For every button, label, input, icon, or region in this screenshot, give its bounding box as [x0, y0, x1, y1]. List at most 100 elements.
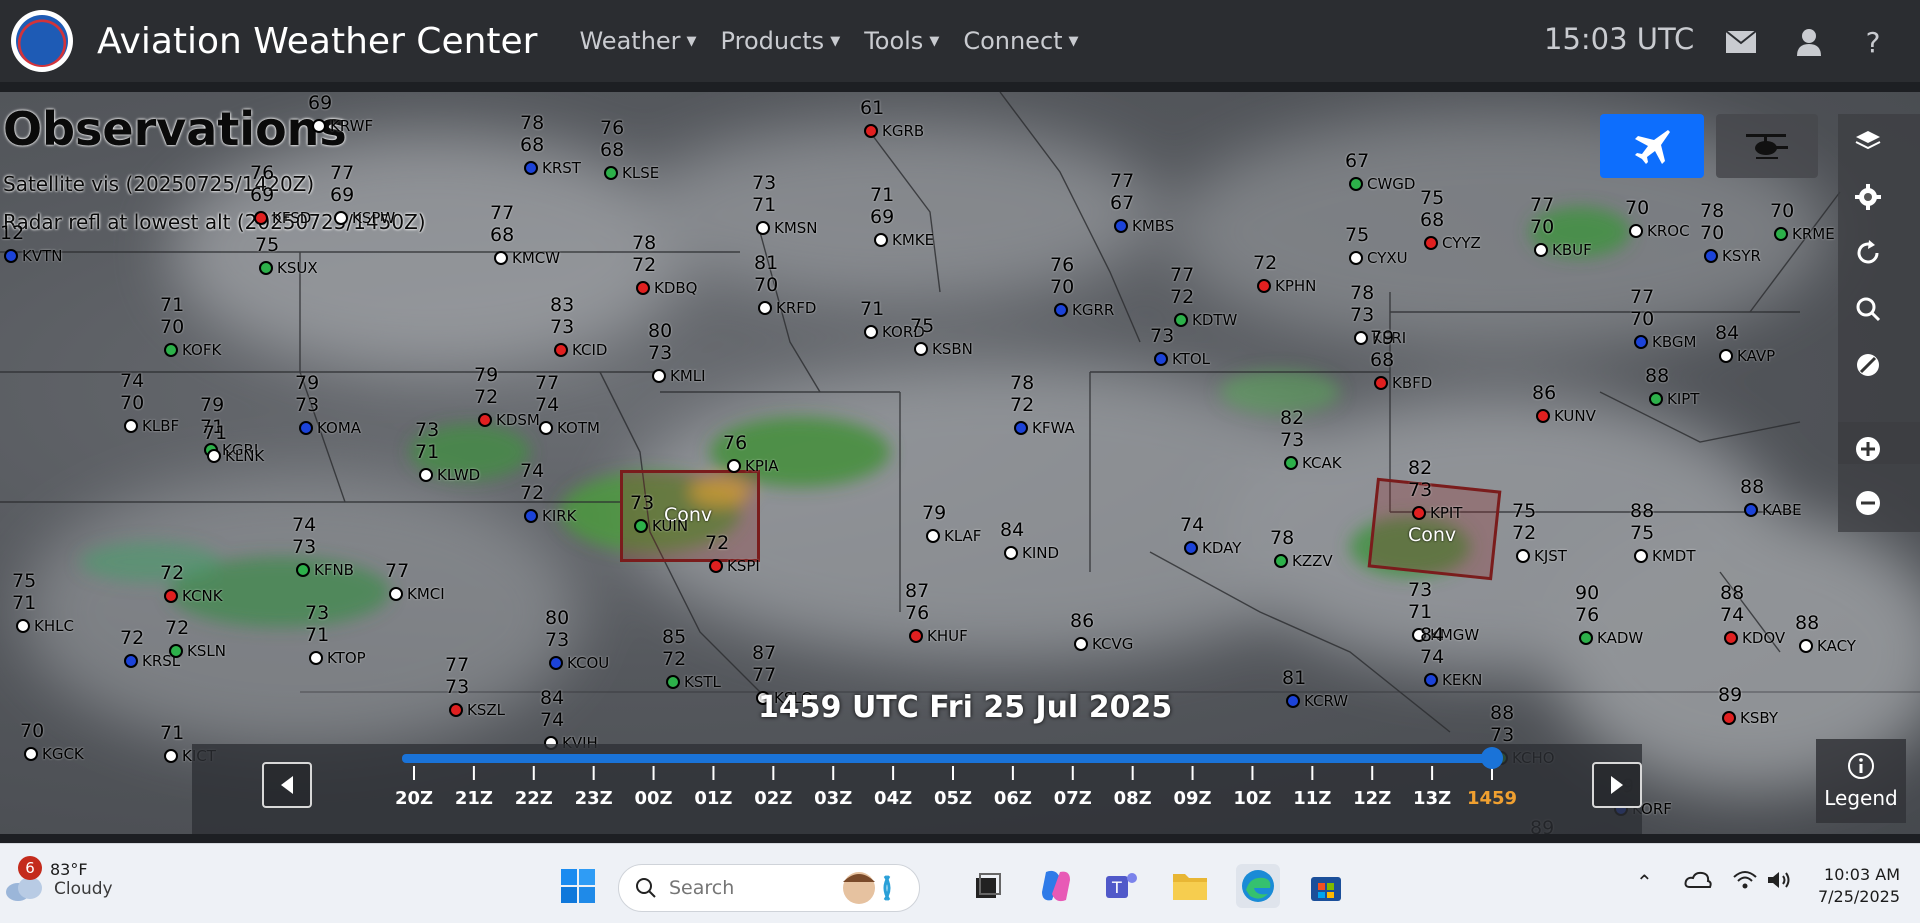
layers-button[interactable]	[1838, 120, 1898, 162]
timeline-tick-label[interactable]: 00Z	[635, 788, 673, 809]
station-plot-kunv[interactable]: 86 KUNV	[1532, 382, 1596, 426]
station-plot-klse[interactable]: 76 68 KLSE	[600, 117, 659, 183]
station-plot-klnk[interactable]: 71 KLNK	[203, 422, 264, 466]
station-plot-kdov[interactable]: 88 74 KDOV	[1720, 582, 1785, 648]
task-view-button[interactable]	[966, 864, 1010, 908]
onedrive-icon[interactable]	[1684, 870, 1712, 894]
station-plot-kszl[interactable]: 77 73 KSZL	[445, 654, 505, 720]
file-explorer-button[interactable]	[1168, 864, 1212, 908]
station-plot-kphn[interactable]: 72 KPHN	[1253, 252, 1316, 296]
station-plot-kpia[interactable]: 76 KPIA	[723, 432, 779, 476]
timeline-handle[interactable]	[1481, 747, 1503, 769]
station-plot-ktop[interactable]: 73 71 KTOP	[305, 602, 366, 668]
station-plot-kcrw[interactable]: 81 KCRW	[1282, 667, 1348, 711]
nav-connect[interactable]: Connect ▼	[963, 27, 1078, 55]
timeline-tick-label[interactable]: 13Z	[1413, 788, 1451, 809]
station-plot-kofk[interactable]: 71 70 KOFK	[160, 294, 221, 360]
station-plot-kekn[interactable]: 84 74 KEKN	[1420, 624, 1482, 690]
station-plot-kcvg[interactable]: 86 KCVG	[1070, 610, 1133, 654]
station-plot-kfnb[interactable]: 74 73 KFNB	[292, 514, 354, 580]
station-plot-klbf[interactable]: 74 70 KLBF	[120, 370, 179, 436]
station-plot-kfsd[interactable]: 76 69 KFSD	[250, 162, 311, 228]
timeline-tick-label[interactable]: 1459	[1467, 788, 1517, 809]
measure-button[interactable]	[1838, 344, 1898, 386]
zoom-out-button[interactable]	[1838, 482, 1898, 524]
station-plot-kacy[interactable]: 88 KACY	[1795, 612, 1856, 656]
station-plot-kroc[interactable]: 70 KROC	[1625, 197, 1690, 241]
station-plot-kmdt[interactable]: 88 75 KMDT	[1630, 500, 1696, 566]
station-plot-kmbs[interactable]: 77 67 KMBS	[1110, 170, 1174, 236]
station-plot-ksux[interactable]: 75 KSUX	[255, 234, 318, 278]
station-plot-kmsn[interactable]: 73 71 KMSN	[752, 172, 818, 238]
station-plot-khuf[interactable]: 87 76 KHUF	[905, 580, 968, 646]
station-plot-kvtn[interactable]: 12 KVTN	[0, 222, 62, 266]
station-plot-kzzv[interactable]: 78 KZZV	[1270, 527, 1333, 571]
station-plot-kind[interactable]: 84 KIND	[1000, 519, 1059, 563]
zoom-in-button[interactable]	[1838, 428, 1898, 470]
timeline-tick-label[interactable]: 23Z	[575, 788, 613, 809]
store-button[interactable]	[1304, 864, 1348, 908]
station-plot-kavp[interactable]: 84 KAVP	[1715, 322, 1775, 366]
station-plot-khlc[interactable]: 75 71 KHLC	[12, 570, 74, 636]
station-plot-krwf[interactable]: 69 KRWF	[308, 92, 373, 136]
timeline-tick-label[interactable]: 20Z	[395, 788, 433, 809]
timeline-tick-label[interactable]: 10Z	[1233, 788, 1271, 809]
timeline-tick-label[interactable]: 02Z	[754, 788, 792, 809]
timeline-tick-label[interactable]: 12Z	[1353, 788, 1391, 809]
help-icon[interactable]: ?	[1856, 26, 1890, 59]
timeline-tick-label[interactable]: 08Z	[1114, 788, 1152, 809]
station-plot-kspw[interactable]: 77 69 KSPW	[330, 162, 395, 228]
timeline-tick-label[interactable]: 21Z	[455, 788, 493, 809]
station-plot-krme[interactable]: 70 KRME	[1770, 200, 1835, 244]
search-map-button[interactable]	[1838, 288, 1898, 330]
show-hidden-icons[interactable]: ⌃	[1636, 870, 1653, 894]
nws-logo[interactable]	[11, 10, 73, 72]
station-plot-krst[interactable]: 78 68 KRST	[520, 112, 581, 178]
station-plot-kabe[interactable]: 88 KABE	[1740, 476, 1802, 520]
station-plot-kdbq[interactable]: 78 72 KDBQ	[632, 232, 697, 298]
station-plot-ksby[interactable]: 89 KSBY	[1718, 684, 1778, 728]
helicopter-mode-button[interactable]	[1716, 114, 1818, 178]
station-plot-kuin[interactable]: 73 KUIN	[630, 492, 688, 536]
settings-button[interactable]	[1838, 176, 1898, 218]
station-plot-cyxu[interactable]: 75 CYXU	[1345, 224, 1408, 268]
station-plot-kbgm[interactable]: 77 70 KBGM	[1630, 286, 1696, 352]
nav-tools[interactable]: Tools ▼	[864, 27, 939, 55]
station-plot-kcid[interactable]: 83 73 KCID	[550, 294, 607, 360]
observation-map[interactable]: Observations Satellite vis (20250725/142…	[0, 92, 1920, 834]
station-plot-kcnk[interactable]: 72 KCNK	[160, 562, 223, 606]
site-title[interactable]: Aviation Weather Center	[97, 21, 537, 62]
station-plot-kipt[interactable]: 88 KIPT	[1645, 365, 1699, 409]
start-button[interactable]	[556, 864, 600, 908]
station-plot-kdtw[interactable]: 77 72 KDTW	[1170, 264, 1237, 330]
station-plot-kpit[interactable]: 82 73 KPIT	[1408, 457, 1462, 523]
station-plot-cyyz[interactable]: 75 68 CYYZ	[1420, 187, 1481, 253]
station-plot-ksln[interactable]: 72 KSLN	[165, 617, 226, 661]
station-plot-kdsm[interactable]: 79 72 KDSM	[474, 364, 540, 430]
timeline-tick-label[interactable]: 11Z	[1293, 788, 1331, 809]
station-plot-klaf[interactable]: 79 KLAF	[922, 502, 981, 546]
teams-button[interactable]: T	[1100, 864, 1144, 908]
timeline-tick-label[interactable]: 01Z	[694, 788, 732, 809]
timeline-tick-label[interactable]: 06Z	[994, 788, 1032, 809]
timeline-prev-button[interactable]	[262, 762, 312, 808]
nav-weather[interactable]: Weather ▼	[579, 27, 696, 55]
station-plot-kgck[interactable]: 70 KGCK	[20, 720, 84, 764]
timeline-tick-label[interactable]: 04Z	[874, 788, 912, 809]
station-plot-cwgd[interactable]: 67 CWGD	[1345, 150, 1415, 194]
station-plot-kgrb[interactable]: 61 KGRB	[860, 97, 924, 141]
station-plot-kotm[interactable]: 77 74 KOTM	[535, 372, 600, 438]
taskbar-search[interactable]	[618, 864, 920, 912]
station-plot-kirk[interactable]: 74 72 KIRK	[520, 460, 577, 526]
timeline-tick-label[interactable]: 09Z	[1174, 788, 1212, 809]
station-plot-ktol[interactable]: 73 KTOL	[1150, 325, 1210, 369]
timeline-tick-label[interactable]: 07Z	[1054, 788, 1092, 809]
station-plot-kfwa[interactable]: 78 72 KFWA	[1010, 372, 1075, 438]
timeline-next-button[interactable]	[1592, 762, 1642, 808]
station-plot-kspi[interactable]: 72 KSPI	[705, 532, 760, 576]
mail-icon[interactable]	[1724, 26, 1758, 58]
timeline-tick-label[interactable]: 05Z	[934, 788, 972, 809]
station-plot-kmci[interactable]: 77 KMCI	[385, 560, 445, 604]
timeline-tick-label[interactable]: 22Z	[515, 788, 553, 809]
station-plot-klwd[interactable]: 73 71 KLWD	[415, 419, 480, 485]
